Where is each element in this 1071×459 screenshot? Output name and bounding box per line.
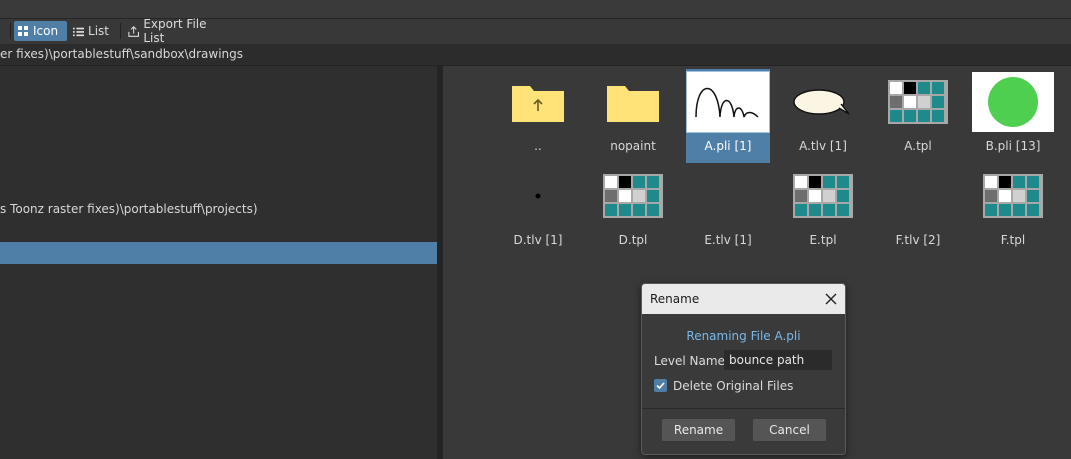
empty-thumbnail bbox=[687, 166, 769, 226]
file-label: D.tpl bbox=[618, 233, 648, 247]
file-label: B.pli [13] bbox=[985, 139, 1041, 153]
cancel-button[interactable]: Cancel bbox=[753, 419, 826, 441]
list-view-label: List bbox=[88, 24, 109, 38]
dot-thumbnail bbox=[497, 166, 579, 226]
file-label: E.tpl bbox=[809, 233, 837, 247]
empty-thumbnail bbox=[877, 166, 959, 226]
delete-original-label[interactable]: Delete Original Files bbox=[673, 379, 793, 393]
folder-tree[interactable]: s Toonz raster fixes)\portablestuff\proj… bbox=[0, 66, 437, 459]
export-icon bbox=[128, 25, 139, 37]
close-icon[interactable] bbox=[824, 292, 838, 306]
dialog-heading: Renaming File A.pli bbox=[686, 329, 801, 343]
icon-view-label: Icon bbox=[33, 24, 59, 38]
file-item-nopaint[interactable]: nopaint bbox=[591, 69, 675, 163]
dialog-divider bbox=[642, 408, 845, 409]
file-label: A.tpl bbox=[904, 139, 932, 153]
green-circle-thumbnail bbox=[972, 72, 1054, 132]
file-label: F.tpl bbox=[1000, 233, 1026, 247]
file-item-b-pli[interactable]: B.pli [13] bbox=[971, 69, 1055, 163]
file-item-f-tpl[interactable]: F.tpl bbox=[971, 163, 1055, 257]
folder-icon bbox=[592, 72, 674, 132]
folder-up-icon bbox=[497, 72, 579, 132]
checkmark-icon bbox=[656, 382, 665, 390]
file-item-a-tlv[interactable]: A.tlv [1] bbox=[781, 69, 865, 163]
palette-thumbnail bbox=[877, 72, 959, 132]
tree-item-projects[interactable]: s Toonz raster fixes)\portablestuff\proj… bbox=[0, 202, 258, 216]
icon-view-button[interactable]: Icon bbox=[14, 21, 67, 41]
dialog-title-bar[interactable]: Rename bbox=[642, 284, 845, 314]
speech-bubble-thumbnail bbox=[782, 72, 864, 132]
export-file-list-label: Export File List bbox=[143, 17, 207, 45]
palette-thumbnail bbox=[592, 166, 674, 226]
file-item-e-tlv[interactable]: E.tlv [1] bbox=[686, 163, 770, 257]
rename-dialog: Rename Renaming File A.pli Level Name: D… bbox=[641, 283, 846, 455]
file-label: nopaint bbox=[610, 139, 656, 153]
file-item-e-tpl[interactable]: E.tpl bbox=[781, 163, 865, 257]
path-bar[interactable]: er fixes)\portablestuff\sandbox\drawings bbox=[0, 45, 1071, 66]
file-label: D.tlv [1] bbox=[513, 233, 563, 247]
dialog-title: Rename bbox=[650, 292, 700, 306]
tree-item-selected[interactable] bbox=[0, 242, 437, 264]
toolbar-separator bbox=[10, 23, 11, 39]
view-toolbar: Icon List Export File List bbox=[0, 17, 1071, 45]
delete-original-checkbox[interactable] bbox=[654, 379, 667, 392]
palette-thumbnail bbox=[782, 166, 864, 226]
level-name-label: Level Name: bbox=[654, 354, 729, 368]
file-label: F.tlv [2] bbox=[895, 233, 941, 247]
rename-button[interactable]: Rename bbox=[662, 419, 735, 441]
file-item-d-tpl[interactable]: D.tpl bbox=[591, 163, 675, 257]
grid-icon bbox=[18, 25, 28, 36]
file-label: A.tlv [1] bbox=[799, 139, 847, 153]
level-name-input[interactable] bbox=[724, 350, 832, 370]
export-file-list-button[interactable]: Export File List bbox=[124, 17, 224, 45]
file-item-a-tpl[interactable]: A.tpl bbox=[876, 69, 960, 163]
file-item-d-tlv[interactable]: D.tlv [1] bbox=[496, 163, 580, 257]
file-item-parent-folder[interactable]: .. bbox=[496, 69, 580, 163]
current-path: er fixes)\portablestuff\sandbox\drawings bbox=[0, 47, 244, 61]
file-item-a-pli[interactable]: A.pli [1] bbox=[686, 69, 770, 163]
file-item-f-tlv[interactable]: F.tlv [2] bbox=[876, 163, 960, 257]
list-icon bbox=[73, 27, 85, 36]
vector-curve-thumbnail bbox=[686, 71, 770, 133]
list-view-button[interactable]: List bbox=[69, 21, 113, 41]
file-label: .. bbox=[534, 139, 542, 153]
file-label: E.tlv [1] bbox=[704, 233, 752, 247]
file-label: A.pli [1] bbox=[704, 139, 752, 153]
palette-thumbnail bbox=[972, 166, 1054, 226]
toolbar-separator bbox=[120, 23, 121, 39]
